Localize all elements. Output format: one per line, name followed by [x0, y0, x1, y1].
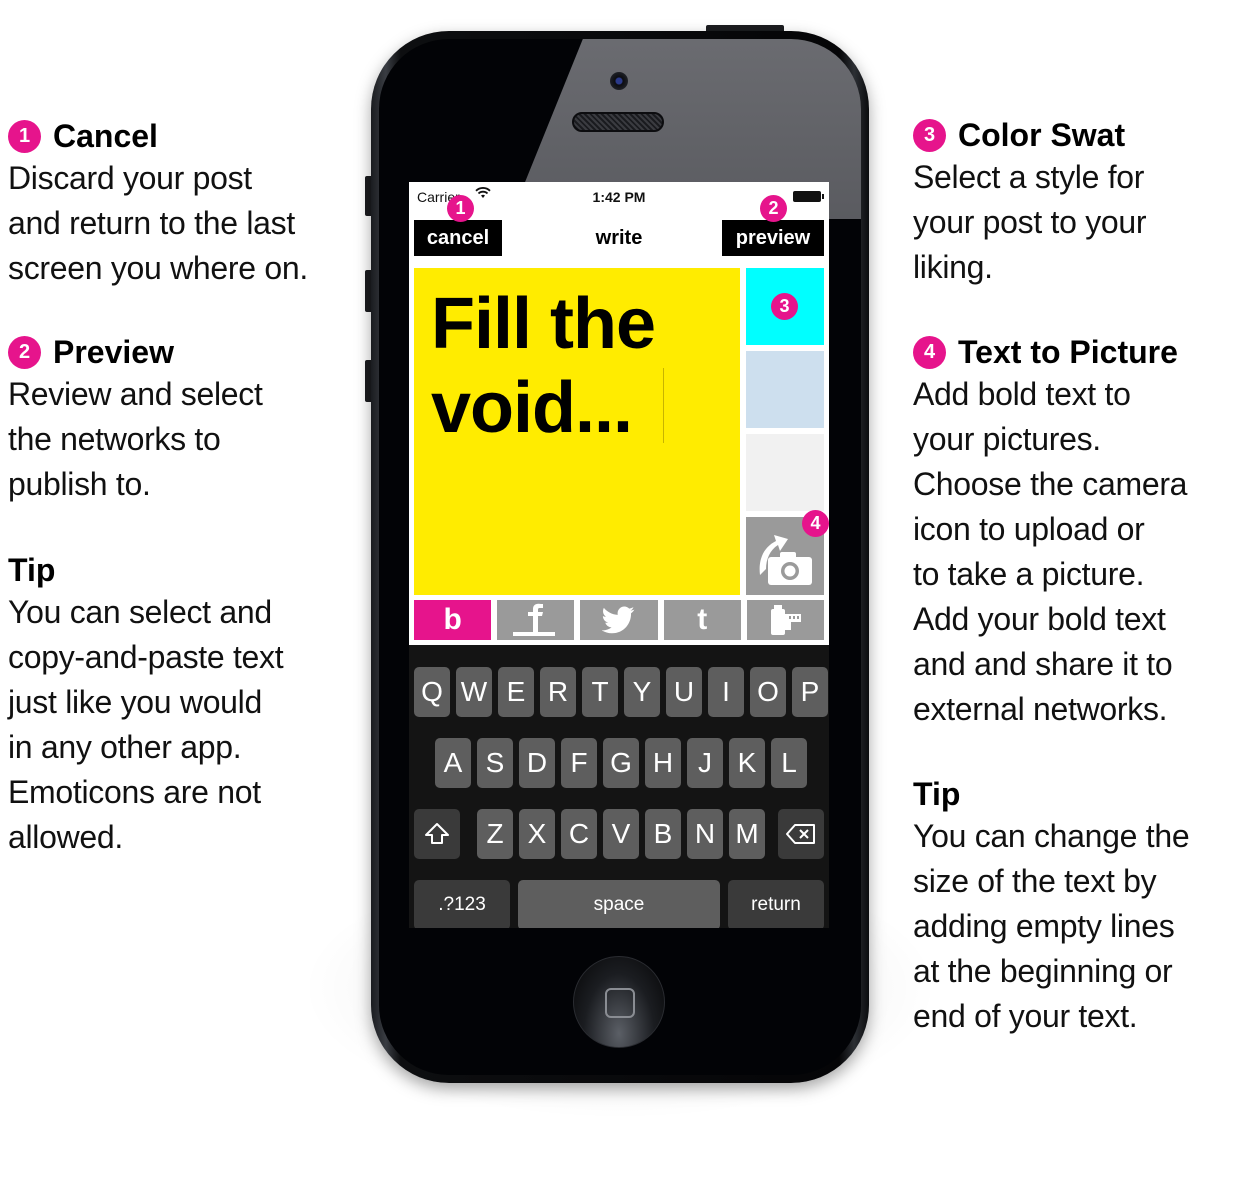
annotation-title: Preview — [53, 334, 174, 370]
key-e[interactable]: E — [498, 667, 534, 717]
key-h[interactable]: H — [645, 738, 681, 788]
key-a[interactable]: A — [435, 738, 471, 788]
key-p[interactable]: P — [792, 667, 828, 717]
shift-icon — [425, 823, 449, 844]
post-text[interactable]: Fill the void... — [431, 282, 740, 450]
callout-badge-2: 2 — [760, 195, 787, 222]
tip-body: You can select and copy-and-paste text j… — [8, 594, 284, 855]
key-d[interactable]: D — [519, 738, 555, 788]
keyboard: QWERTYUIOP ASDFGHJKL ZXCVBNM .?123 space… — [409, 645, 829, 928]
key-c[interactable]: C — [561, 809, 597, 859]
tab-twitter[interactable] — [580, 600, 658, 640]
annotation-cancel: 1 Cancel Discard your post and return to… — [8, 116, 348, 291]
keyboard-row-4: .?123 space return — [409, 880, 829, 928]
tab-tumblr[interactable]: t — [663, 600, 741, 640]
key-u[interactable]: U — [666, 667, 702, 717]
key-g[interactable]: G — [603, 738, 639, 788]
nav-bar: cancel write preview — [409, 218, 829, 258]
shift-key[interactable] — [414, 809, 460, 859]
key-n[interactable]: N — [687, 809, 723, 859]
backspace-key[interactable] — [778, 809, 824, 859]
annotation-body: Add bold text to your pictures. Choose t… — [913, 376, 1188, 727]
tip-body: You can change the size of the text by a… — [913, 818, 1190, 1034]
callout-badge-1: 1 — [447, 195, 474, 222]
tip-title: Tip — [913, 776, 961, 812]
keyboard-row-1: QWERTYUIOP — [409, 667, 829, 717]
annotation-tip-left: Tip You can select and copy-and-paste te… — [8, 550, 348, 860]
tab-facebook[interactable] — [497, 600, 575, 640]
front-camera-icon — [610, 72, 628, 90]
key-z[interactable]: Z — [477, 809, 513, 859]
post-text-editor[interactable]: Fill the void... — [414, 268, 740, 595]
key-q[interactable]: Q — [414, 667, 450, 717]
key-l[interactable]: L — [771, 738, 807, 788]
keyboard-row-2: ASDFGHJKL — [409, 738, 829, 788]
key-m[interactable]: M — [729, 809, 765, 859]
numbers-key[interactable]: .?123 — [414, 880, 510, 928]
callout-badge-3: 3 — [913, 118, 946, 152]
key-o[interactable]: O — [750, 667, 786, 717]
keyboard-row-3: ZXCVBNM — [409, 809, 829, 859]
annotation-body: Review and select the networks to publis… — [8, 376, 263, 502]
network-tab-bar: b t — [414, 600, 825, 640]
key-s[interactable]: S — [477, 738, 513, 788]
annotation-preview: 2 Preview Review and select the networks… — [8, 332, 348, 507]
color-swatch-light-gray[interactable] — [746, 434, 824, 511]
annotation-body: Select a style for your post to your lik… — [913, 159, 1147, 285]
return-key[interactable]: return — [728, 880, 824, 928]
annotation-text-to-picture: 4 Text to Picture Add bold text to your … — [913, 332, 1239, 732]
key-b[interactable]: B — [645, 809, 681, 859]
color-swatch-light-blue[interactable] — [746, 351, 824, 428]
annotation-title: Text to Picture — [958, 334, 1178, 370]
earpiece-speaker — [572, 112, 664, 132]
annotation-title: Color Swat — [958, 117, 1126, 153]
callout-badge-4: 4 — [913, 335, 946, 369]
key-y[interactable]: Y — [624, 667, 660, 717]
tip-title: Tip — [8, 552, 56, 588]
text-caret — [663, 368, 664, 443]
callout-badge-2: 2 — [8, 335, 41, 369]
key-v[interactable]: V — [603, 809, 639, 859]
home-square-icon — [605, 988, 635, 1018]
callout-badge-3: 3 — [771, 293, 798, 320]
callout-badge-1: 1 — [8, 119, 41, 153]
tab-bold[interactable]: b — [414, 600, 492, 640]
callout-badge-4: 4 — [802, 510, 829, 537]
tab-camera-roll[interactable] — [746, 600, 825, 640]
annotation-tip-right: Tip You can change the size of the text … — [913, 774, 1239, 1039]
backspace-icon — [786, 824, 815, 844]
space-key[interactable]: space — [518, 880, 720, 928]
key-k[interactable]: K — [729, 738, 765, 788]
key-w[interactable]: W — [456, 667, 492, 717]
key-i[interactable]: I — [708, 667, 744, 717]
preview-button[interactable]: preview — [722, 220, 824, 256]
key-t[interactable]: T — [582, 667, 618, 717]
app-screen: Carrier 1:42 PM cancel write preview 1 2… — [409, 182, 829, 928]
key-f[interactable]: F — [561, 738, 597, 788]
key-j[interactable]: J — [687, 738, 723, 788]
film-roll-icon — [771, 605, 802, 635]
key-x[interactable]: X — [519, 809, 555, 859]
twitter-icon — [602, 606, 635, 634]
battery-icon — [793, 191, 824, 202]
facebook-icon — [512, 603, 555, 636]
annotation-title: Cancel — [53, 118, 158, 154]
key-r[interactable]: R — [540, 667, 576, 717]
home-button[interactable] — [573, 956, 665, 1048]
annotation-body: Discard your post and return to the last… — [8, 160, 308, 286]
annotation-color-swatch: 3 Color Swat Select a style for your pos… — [913, 115, 1239, 290]
